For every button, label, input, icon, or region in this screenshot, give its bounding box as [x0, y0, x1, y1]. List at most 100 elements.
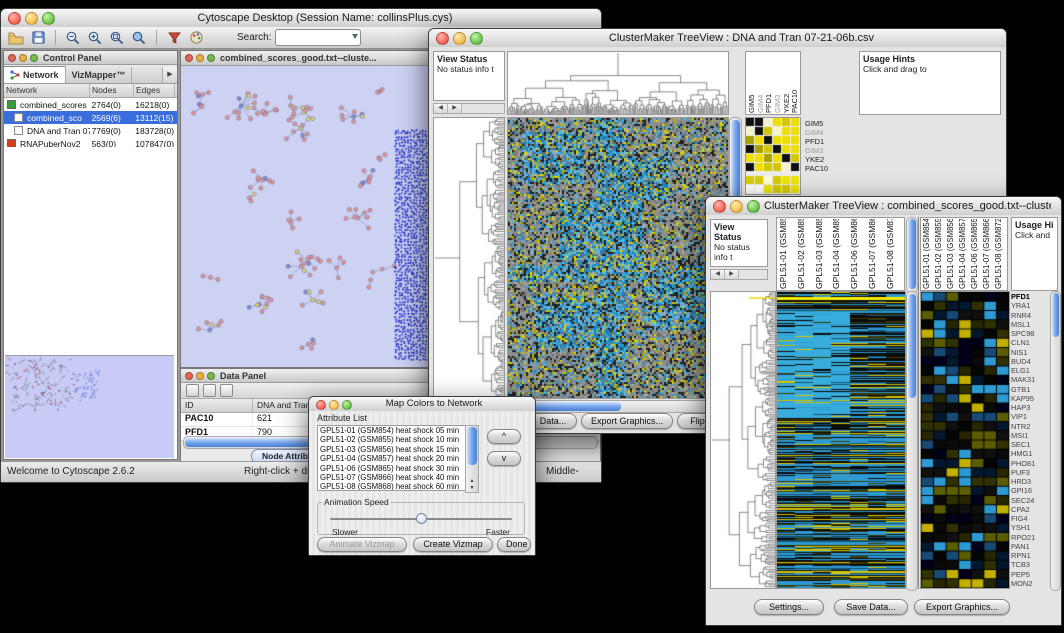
attribute-list-scrollbar[interactable]: ▲ ▼: [465, 425, 479, 493]
gene-label[interactable]: PFD1: [1011, 292, 1048, 301]
main-titlebar[interactable]: Cytoscape Desktop (Session Name: collins…: [1, 9, 601, 28]
zoom-selected-icon[interactable]: [108, 29, 126, 47]
view-status-scrollbar[interactable]: ◀ ▶: [710, 269, 768, 280]
scroll-left-icon[interactable]: ◀: [434, 104, 448, 113]
close-icon[interactable]: [316, 400, 326, 410]
scrollbar-thumb[interactable]: [731, 120, 740, 202]
dialog-titlebar[interactable]: Map Colors to Network: [309, 397, 535, 412]
maximize-icon[interactable]: [470, 32, 483, 45]
gene-label[interactable]: SPC98: [1011, 329, 1048, 338]
zoom-fit-icon[interactable]: [130, 29, 148, 47]
control-panel-header[interactable]: Control Panel: [4, 51, 177, 65]
attribute-item[interactable]: GPL51-08 (GSM868) heat shock 60 min: [318, 482, 476, 491]
frame-float-icon[interactable]: [207, 372, 215, 380]
annotation-icon[interactable]: [165, 29, 183, 47]
attribute-item[interactable]: GPL51-06 (GSM865) heat shock 30 min: [318, 464, 476, 473]
frame-minimize-icon[interactable]: [196, 372, 204, 380]
network-row[interactable]: combined_scores 2764(0) 16218(0): [4, 98, 177, 111]
save-data-button[interactable]: Data...: [529, 413, 577, 429]
gene-label[interactable]: SEC24: [1011, 496, 1048, 505]
scrollbar-thumb[interactable]: [1052, 293, 1059, 337]
gene-label[interactable]: VIP1: [1011, 412, 1048, 421]
labels-scrollbar[interactable]: [906, 217, 918, 293]
scrollbar-thumb[interactable]: [908, 219, 916, 289]
heatmap-zoom-view[interactable]: [745, 117, 801, 195]
minimize-icon[interactable]: [453, 32, 466, 45]
export-graphics-button[interactable]: Export Graphics...: [581, 413, 673, 429]
minimize-icon[interactable]: [730, 200, 743, 213]
settings-button[interactable]: Settings...: [754, 599, 824, 615]
gene-label[interactable]: PAN1: [1011, 542, 1048, 551]
move-down-button[interactable]: v: [487, 451, 521, 466]
minimize-icon[interactable]: [25, 12, 38, 25]
gene-label[interactable]: SEC1: [1011, 440, 1048, 449]
gene-label[interactable]: GTB1: [1011, 385, 1048, 394]
attribute-item[interactable]: GPL51-03 (GSM856) heat shock 15 min: [318, 445, 476, 454]
network-view-canvas[interactable]: [181, 66, 431, 365]
attribute-item[interactable]: GPL51-02 (GSM855) heat shock 10 min: [318, 435, 476, 444]
attribute-item[interactable]: GPL51-07 (GSM866) heat shock 40 min: [318, 473, 476, 482]
gene-label[interactable]: RPO21: [1011, 533, 1048, 542]
gene-label[interactable]: YRA1: [1011, 301, 1048, 310]
frame-minimize-icon[interactable]: [196, 54, 204, 62]
maximize-icon[interactable]: [747, 200, 760, 213]
move-up-button[interactable]: ^: [487, 429, 521, 444]
heatmap-zoom-view[interactable]: [920, 291, 1010, 589]
gene-label[interactable]: NTR2: [1011, 422, 1048, 431]
tab-network[interactable]: Network: [4, 66, 66, 83]
gene-label[interactable]: MSI1: [1011, 431, 1048, 440]
gene-label[interactable]: BUD4: [1011, 357, 1048, 366]
gene-label[interactable]: MSL1: [1011, 320, 1048, 329]
heatmap-global-view[interactable]: [776, 291, 906, 589]
view-status-scrollbar[interactable]: ◀ ▶: [433, 103, 505, 114]
tv2-titlebar[interactable]: ClusterMaker TreeView : combined_scores_…: [706, 197, 1061, 216]
scroll-down-icon[interactable]: ▼: [466, 485, 478, 492]
gene-label[interactable]: ELG1: [1011, 366, 1048, 375]
vizmapper-palette-icon[interactable]: [187, 29, 205, 47]
scroll-right-icon[interactable]: ▶: [725, 270, 739, 279]
close-icon[interactable]: [436, 32, 449, 45]
column-dendrogram[interactable]: [507, 51, 729, 115]
gene-label[interactable]: PUF3: [1011, 468, 1048, 477]
maximize-icon[interactable]: [42, 12, 55, 25]
gene-label[interactable]: GIM3: [805, 146, 849, 155]
create-vizmap-button[interactable]: Create Vizmap: [413, 537, 493, 552]
scrollbar-thumb[interactable]: [467, 427, 477, 465]
gene-label[interactable]: TCB3: [1011, 560, 1048, 569]
create-attribute-icon[interactable]: [203, 384, 216, 397]
network-row[interactable]: DNA and Tran 07 7769(0) 183728(0): [4, 124, 177, 137]
gene-label[interactable]: FIG4: [1011, 514, 1048, 523]
frame-maximize-icon[interactable]: [207, 54, 215, 62]
save-session-icon[interactable]: [29, 29, 47, 47]
scroll-right-icon[interactable]: ▶: [448, 104, 462, 113]
done-button[interactable]: Done: [497, 537, 531, 552]
frame-close-icon[interactable]: [8, 54, 16, 62]
gene-label[interactable]: MAK31: [1011, 375, 1048, 384]
gene-label[interactable]: HRD3: [1011, 477, 1048, 486]
gene-label[interactable]: MON2: [1011, 579, 1048, 588]
attribute-list[interactable]: GPL51-01 (GSM854) heat shock 05 minGPL51…: [317, 425, 477, 491]
gene-list-scrollbar[interactable]: [1050, 291, 1061, 591]
network-row-selected[interactable]: combined_sco 2569(6) 13112(15): [4, 111, 177, 124]
gene-label[interactable]: NIS1: [1011, 348, 1048, 357]
heatmap-global-view[interactable]: [507, 117, 729, 399]
frame-float-icon[interactable]: [30, 54, 38, 62]
scrollbar-thumb[interactable]: [908, 294, 916, 398]
minimize-icon[interactable]: [329, 400, 339, 410]
close-icon[interactable]: [713, 200, 726, 213]
maximize-icon[interactable]: [342, 400, 352, 410]
gene-label[interactable]: GIM4: [805, 128, 849, 137]
network-overview[interactable]: [5, 355, 174, 458]
frame-close-icon[interactable]: [185, 54, 193, 62]
gene-label[interactable]: PHO81: [1011, 459, 1048, 468]
gene-label[interactable]: PFD1: [805, 137, 849, 146]
row-dendrogram[interactable]: [710, 291, 776, 589]
gene-label[interactable]: RNR4: [1011, 311, 1048, 320]
row-dendrogram[interactable]: [433, 117, 505, 399]
slider-thumb[interactable]: [416, 513, 427, 524]
open-session-icon[interactable]: [7, 29, 25, 47]
attribute-item[interactable]: GPL51-04 (GSM857) heat shock 20 min: [318, 454, 476, 463]
attribute-item[interactable]: GPL51-01 (GSM854) heat shock 05 min: [318, 426, 476, 435]
save-data-button[interactable]: Save Data...: [834, 599, 908, 615]
dropdown-arrow-icon[interactable]: [352, 34, 358, 39]
